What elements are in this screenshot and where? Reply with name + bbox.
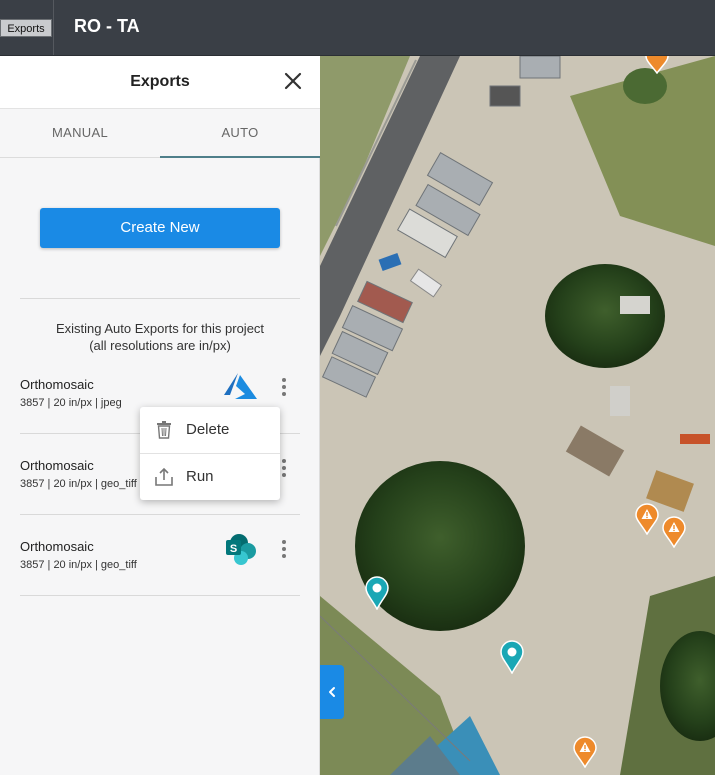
export-details: 3857 | 20 in/px | geo_tiff bbox=[20, 478, 137, 490]
chevron-left-icon bbox=[329, 687, 335, 697]
aerial-map[interactable] bbox=[320, 56, 715, 775]
divider bbox=[20, 298, 300, 299]
top-bar: Exports RO - TA bbox=[0, 0, 715, 56]
dot bbox=[282, 540, 286, 544]
dot bbox=[282, 385, 286, 389]
map-pin-icon[interactable] bbox=[365, 576, 389, 610]
svg-text:S: S bbox=[230, 543, 237, 555]
export-details: 3857 | 20 in/px | geo_tiff bbox=[20, 559, 137, 571]
exports-tab[interactable]: Exports bbox=[0, 19, 52, 37]
tab-bar: MANUAL AUTO bbox=[0, 109, 320, 158]
azure-icon bbox=[223, 371, 259, 403]
menu-item-label: Delete bbox=[186, 421, 230, 438]
dot bbox=[282, 392, 286, 396]
warning-marker-icon[interactable] bbox=[662, 516, 686, 548]
divider bbox=[20, 514, 300, 515]
export-details: 3857 | 20 in/px | jpeg bbox=[20, 397, 122, 409]
panel-header: Exports bbox=[0, 56, 320, 109]
tab-auto[interactable]: AUTO bbox=[160, 109, 320, 158]
row-context-menu: Delete Run bbox=[140, 407, 280, 500]
menu-item-run[interactable]: Run bbox=[140, 454, 280, 500]
topbar-divider bbox=[53, 0, 54, 55]
create-new-button[interactable]: Create New bbox=[40, 208, 280, 248]
dot bbox=[282, 378, 286, 382]
export-name: Orthomosaic bbox=[20, 377, 94, 392]
auto-exports-info: Existing Auto Exports for this project (… bbox=[20, 320, 300, 354]
sharepoint-icon: S bbox=[223, 533, 259, 565]
upload-icon bbox=[155, 467, 173, 486]
warning-marker-icon[interactable] bbox=[573, 736, 597, 768]
info-line-2: (all resolutions are in/px) bbox=[89, 338, 231, 353]
close-icon bbox=[284, 72, 302, 90]
menu-item-label: Run bbox=[186, 468, 214, 485]
export-name: Orthomosaic bbox=[20, 458, 94, 473]
collapse-panel-button[interactable] bbox=[320, 665, 344, 719]
warning-marker-icon[interactable] bbox=[645, 56, 669, 74]
close-button[interactable] bbox=[283, 71, 303, 91]
trash-icon bbox=[157, 421, 171, 439]
row-menu-button[interactable] bbox=[276, 373, 292, 403]
map-pin-icon[interactable] bbox=[500, 640, 524, 674]
export-name: Orthomosaic bbox=[20, 539, 94, 554]
dot bbox=[282, 473, 286, 477]
dot bbox=[282, 466, 286, 470]
tab-manual[interactable]: MANUAL bbox=[0, 109, 160, 157]
dot bbox=[282, 547, 286, 551]
warning-marker-icon[interactable] bbox=[635, 503, 659, 535]
divider bbox=[20, 595, 300, 596]
dot bbox=[282, 554, 286, 558]
panel-title: Exports bbox=[130, 73, 190, 90]
project-title: RO - TA bbox=[74, 16, 140, 36]
menu-item-delete[interactable]: Delete bbox=[140, 407, 280, 453]
dot bbox=[282, 459, 286, 463]
export-row: Orthomosaic 3857 | 20 in/px | geo_tiff S bbox=[20, 534, 300, 599]
row-menu-button[interactable] bbox=[276, 535, 292, 565]
info-line-1: Existing Auto Exports for this project bbox=[55, 321, 265, 336]
